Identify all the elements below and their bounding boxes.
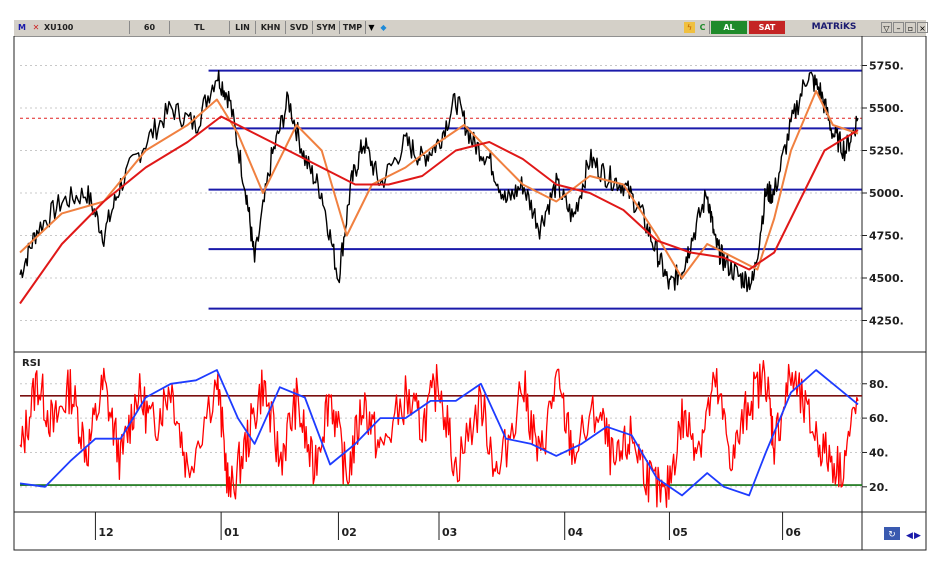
dropdown-arrow-icon[interactable]: ▽ xyxy=(881,22,892,33)
scroll-right-icon[interactable]: ▶ xyxy=(914,531,921,541)
dropdown-arrow-icon[interactable]: ▼ xyxy=(366,22,377,33)
chart-window: M ✕ XU100 60 TL LIN KHN SVD SYM TMP ▼ ◆ … xyxy=(0,0,942,557)
price-tick-label: 4500. xyxy=(869,272,904,285)
rsi-title: RSI xyxy=(22,358,41,369)
refresh-icon-glyph: ↻ xyxy=(888,530,896,540)
price-tick-label: 5750. xyxy=(869,60,904,73)
lin-button[interactable]: LIN xyxy=(230,21,256,34)
month-label: 02 xyxy=(341,526,356,539)
currency-select[interactable]: TL xyxy=(170,21,230,34)
symbol-field[interactable]: XU100 xyxy=(42,21,130,34)
symbol-prefix[interactable]: M xyxy=(16,21,28,34)
khn-button[interactable]: KHN xyxy=(256,21,286,34)
month-label: 04 xyxy=(568,526,584,539)
month-label: 12 xyxy=(98,526,113,539)
price-tick-label: 4250. xyxy=(869,315,904,328)
rsi-tick-label: 20. xyxy=(869,481,889,494)
month-label: 06 xyxy=(786,526,802,539)
scroll-left-icon[interactable]: ◀ xyxy=(906,531,913,541)
buy-button[interactable]: AL xyxy=(711,21,747,34)
brand-label: MATRiKS xyxy=(811,22,857,32)
chart-frame xyxy=(13,35,927,551)
chart-svg[interactable]: 5750. 5500. 5250. 5000. 4750. 4500. 4250. RSI 8… xyxy=(0,35,942,557)
toolbar: M ✕ XU100 60 TL LIN KHN SVD SYM TMP ▼ ◆ … xyxy=(14,20,928,37)
close-icon[interactable]: × xyxy=(917,22,928,33)
price-tick-label: 5250. xyxy=(869,145,904,158)
month-label: 05 xyxy=(672,526,687,539)
maximize-icon[interactable]: ▫ xyxy=(905,22,916,33)
rsi-tick-label: 40. xyxy=(869,446,889,459)
svd-button[interactable]: SVD xyxy=(286,21,313,34)
price-tick-label: 5500. xyxy=(869,102,904,115)
sym-button[interactable]: SYM xyxy=(313,21,340,34)
lightning-icon[interactable]: ϟ xyxy=(684,22,695,33)
bird-icon[interactable]: ◆ xyxy=(378,22,389,33)
bird-icon[interactable]: ✕ xyxy=(29,22,43,33)
minimize-icon[interactable]: – xyxy=(893,22,904,33)
month-label: 01 xyxy=(224,526,239,539)
rsi-tick-label: 60. xyxy=(869,412,889,425)
tmp-button[interactable]: TMP xyxy=(340,21,366,34)
period-select[interactable]: 60 xyxy=(130,21,170,34)
price-tick-label: 4750. xyxy=(869,230,904,243)
price-tick-label: 5000. xyxy=(869,187,904,200)
chart-area[interactable]: 5750. 5500. 5250. 5000. 4750. 4500. 4250. RSI 8… xyxy=(0,35,942,557)
sell-button[interactable]: SAT xyxy=(749,21,785,34)
month-label: 03 xyxy=(442,526,457,539)
c-button[interactable]: C xyxy=(696,21,710,34)
rsi-tick-label: 80. xyxy=(869,378,889,391)
